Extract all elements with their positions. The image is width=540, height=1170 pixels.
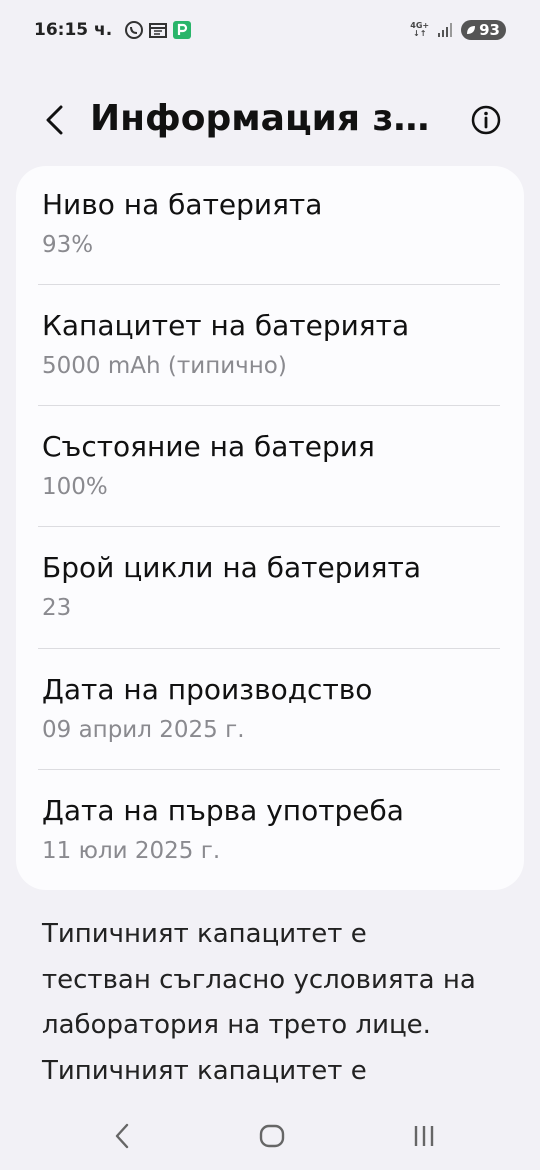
back-button[interactable] — [36, 100, 72, 140]
divider — [38, 284, 500, 285]
status-bar: 16:15 ч. 4G+ ↓↑ 93 — [0, 0, 540, 60]
divider — [38, 405, 500, 406]
status-right: 4G+ ↓↑ 93 — [410, 20, 506, 40]
row-label: Ниво на батерията — [42, 188, 323, 221]
row-value: 23 — [42, 595, 72, 621]
recents-icon — [414, 1126, 434, 1146]
battery-info-card: Ниво на батерията 93% Капацитет на батер… — [16, 166, 524, 890]
notification-icons — [124, 20, 192, 40]
battery-indicator: 93 — [461, 20, 506, 40]
page-title: Информация за батерията — [90, 98, 450, 139]
info-circle-icon — [471, 105, 501, 135]
battery-health-row: Състояние на батерия 100% — [42, 408, 502, 529]
status-time: 16:15 ч. — [34, 20, 113, 40]
row-value: 93% — [42, 232, 94, 258]
divider — [38, 648, 500, 649]
battery-capacity-row: Капацитет на батерията 5000 mAh (типично… — [42, 287, 502, 408]
status-left: 16:15 ч. — [34, 20, 192, 40]
battery-level: 93 — [479, 21, 500, 39]
viber-icon — [125, 21, 144, 39]
row-value: 11 юли 2025 г. — [42, 838, 221, 864]
network-activity-label: ↓↑ — [413, 29, 427, 38]
battery-cycles-row: Брой цикли на батерията 23 — [42, 529, 502, 650]
row-label: Състояние на батерия — [42, 430, 375, 463]
chevron-left-icon — [46, 105, 63, 135]
row-value: 5000 mAh (типично) — [42, 353, 287, 379]
nav-recents-button[interactable] — [404, 1116, 444, 1156]
row-label: Дата на производство — [42, 673, 373, 706]
manufacture-date-row: Дата на производство 09 април 2025 г. — [42, 651, 502, 772]
row-value: 09 април 2025 г. — [42, 717, 245, 743]
row-value: 100% — [42, 474, 108, 500]
parking-app-icon — [173, 21, 192, 39]
calendar-icon — [149, 23, 168, 38]
row-label: Капацитет на батерията — [42, 309, 410, 342]
first-use-date-row: Дата на първа употреба 11 юли 2025 г. — [42, 772, 502, 893]
battery-level-row: Ниво на батерията 93% — [42, 166, 502, 287]
nav-back-button[interactable] — [102, 1116, 142, 1156]
capacity-footnote: Типичният капацитет е тестван съгласно у… — [42, 919, 476, 1086]
divider — [38, 526, 500, 527]
app-header: Информация за батерията — [0, 88, 540, 152]
network-type: 4G+ ↓↑ — [410, 22, 429, 38]
divider — [38, 769, 500, 770]
battery-leaf-icon — [467, 26, 476, 34]
info-button[interactable] — [468, 102, 504, 138]
nav-home-button[interactable] — [252, 1116, 292, 1156]
row-label: Дата на първа употреба — [42, 794, 404, 827]
navigation-bar — [0, 1100, 540, 1170]
back-icon — [115, 1123, 129, 1149]
signal-icon — [438, 23, 453, 37]
home-icon — [259, 1124, 285, 1148]
row-label: Брой цикли на батерията — [42, 551, 421, 584]
